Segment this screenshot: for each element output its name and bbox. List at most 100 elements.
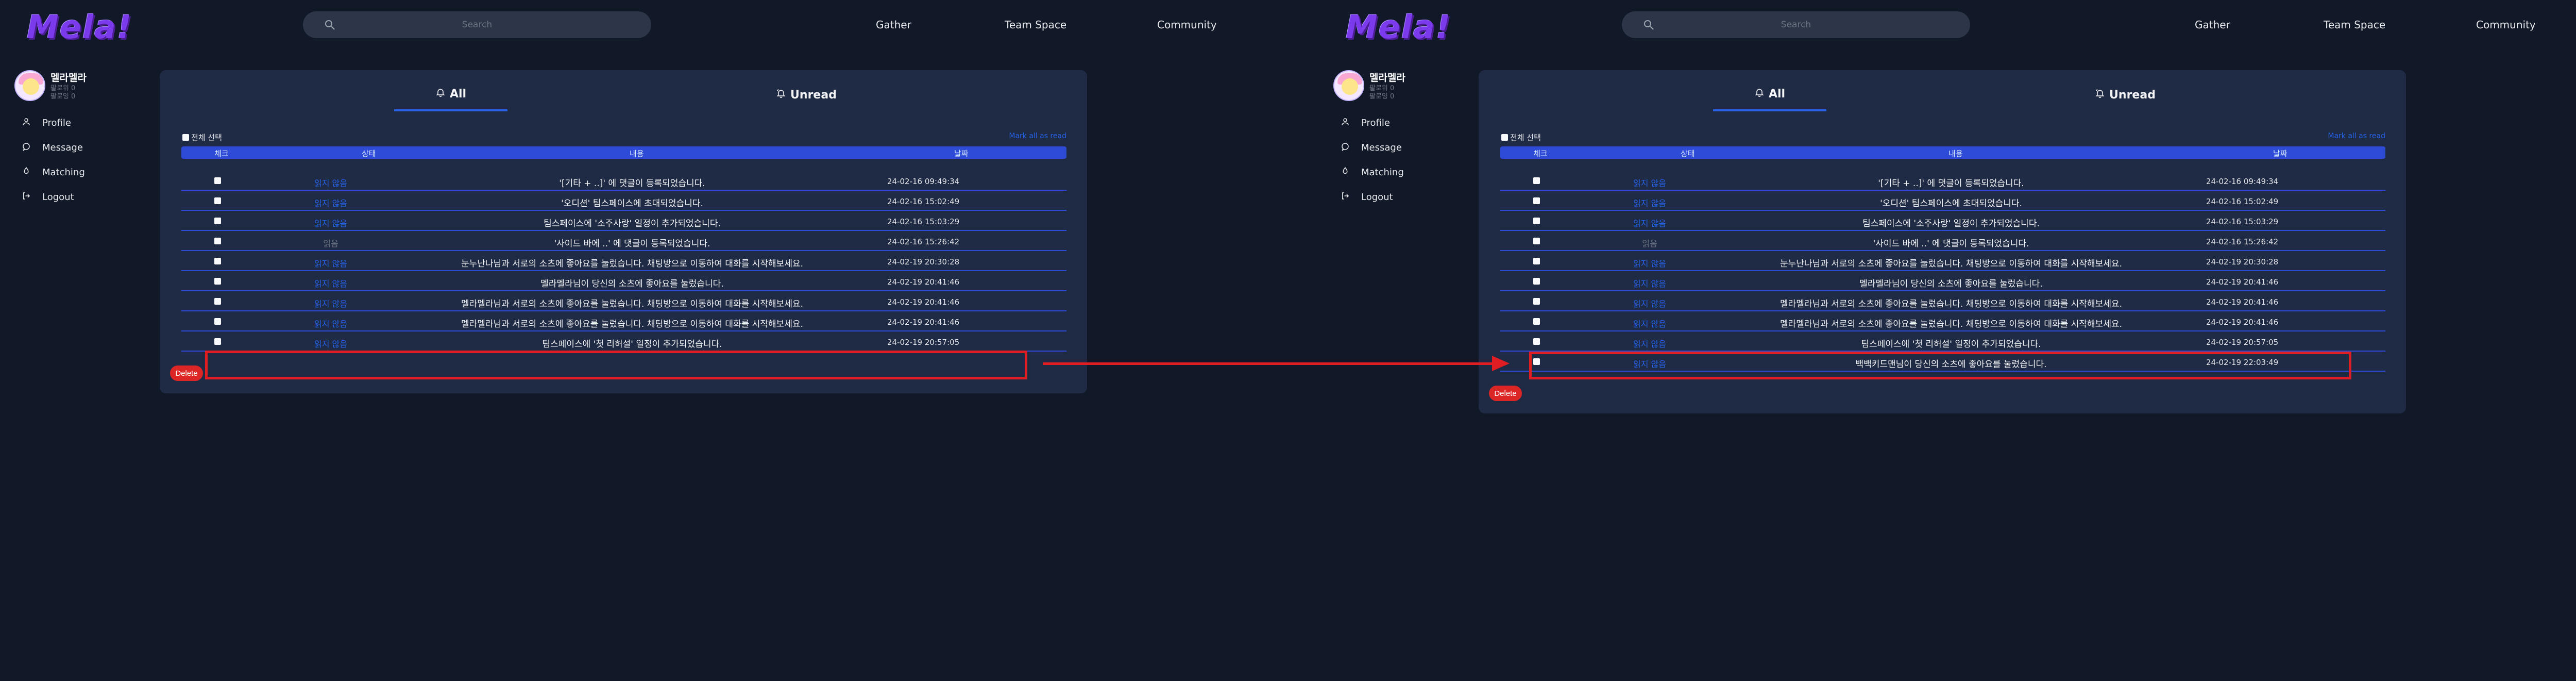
row-checkbox[interactable] (1533, 258, 1540, 264)
sidebar-item-profile[interactable]: Profile (1341, 115, 1390, 130)
sidebar-item-message[interactable]: Message (22, 140, 83, 155)
nav-team-space[interactable]: Team Space (2324, 19, 2385, 31)
row-checkbox[interactable] (214, 177, 221, 184)
table-row[interactable]: 읽음 '사이드 바에 ..' 에 댓글이 등록되었습니다. 24-02-16 15:… (181, 231, 1066, 251)
matching-icon (1341, 167, 1350, 178)
row-date: 24-02-16 15:26:42 (887, 237, 960, 246)
search-placeholder: Search (462, 20, 493, 30)
avatar[interactable] (1333, 70, 1364, 101)
bell-icon (1754, 87, 1765, 101)
row-content[interactable]: 멜라멜라님과 서로의 소츠에 좋아요를 눌렀습니다. 채팅방으로 이동하여 대화… (1722, 296, 2180, 309)
sidebar-item-message[interactable]: Message (1341, 140, 1402, 155)
row-content[interactable]: '사이드 바에 ..' 에 댓글이 등록되었습니다. (403, 236, 861, 249)
row-content[interactable]: '[기타 + ..]' 에 댓글이 등록되었습니다. (1722, 176, 2180, 189)
sidebar-item-matching[interactable]: Matching (22, 165, 85, 179)
table-row[interactable]: 읽지 않음 '[기타 + ..]' 에 댓글이 등록되었습니다. 24-02-16 … (181, 171, 1066, 191)
row-checkbox[interactable] (214, 338, 221, 345)
row-date: 24-02-19 20:41:46 (2206, 277, 2279, 287)
table-row[interactable]: 읽지 않음 눈누난나님과 서로의 소츠에 좋아요를 눌렀습니다. 채팅방으로 이동… (181, 252, 1066, 271)
row-status: 읽지 않음 (1633, 178, 1666, 188)
delete-button[interactable]: Delete (1489, 386, 1522, 401)
nav-gather[interactable]: Gather (876, 19, 911, 31)
select-all-box[interactable] (1501, 134, 1508, 141)
row-checkbox[interactable] (1533, 318, 1540, 325)
table-row[interactable]: 읽음 '사이드 바에 ..' 에 댓글이 등록되었습니다. 24-02-16 15:… (1500, 231, 2385, 251)
row-checkbox[interactable] (1533, 338, 1540, 345)
row-content[interactable]: 팀스페이스에 '첫 리허설' 일정이 추가되었습니다. (1722, 337, 2180, 350)
table-row[interactable]: 읽지 않음 멜라멜라님이 당신의 소츠에 좋아요를 눌렀습니다. 24-02-19 … (181, 272, 1066, 291)
delete-button[interactable]: Delete (170, 366, 203, 381)
row-date: 24-02-19 20:41:46 (887, 297, 960, 307)
row-content[interactable]: 멜라멜라님이 당신의 소츠에 좋아요를 눌렀습니다. (1722, 276, 2180, 289)
select-all-box[interactable] (182, 134, 189, 141)
app-logo[interactable]: Mela! (27, 8, 132, 46)
search-input[interactable]: Search (1622, 11, 1970, 38)
app-logo[interactable]: Mela! (1346, 8, 1451, 46)
row-date: 24-02-16 09:49:34 (2206, 177, 2279, 186)
tab-all[interactable]: All (1713, 78, 1826, 111)
table-row[interactable]: 읽지 않음 팀스페이스에 '첫 리허설' 일정이 추가되었습니다. 24-02-19… (1500, 332, 2385, 352)
row-checkbox[interactable] (214, 238, 221, 244)
row-checkbox[interactable] (214, 218, 221, 224)
row-content[interactable]: 멜라멜라님과 서로의 소츠에 좋아요를 눌렀습니다. 채팅방으로 이동하여 대화… (403, 317, 861, 329)
logout-icon (1341, 191, 1350, 203)
nav-community[interactable]: Community (1157, 19, 1217, 31)
select-all-checkbox[interactable]: 전체 선택 (1501, 132, 1541, 143)
table-row[interactable]: 읽지 않음 멜라멜라님과 서로의 소츠에 좋아요를 눌렀습니다. 채팅방으로 이동… (1500, 292, 2385, 311)
row-checkbox[interactable] (1533, 278, 1540, 285)
row-status: 읽음 (1642, 239, 1657, 248)
mark-all-read-link[interactable]: Mark all as read (2328, 132, 2385, 140)
row-content[interactable]: '오디션' 팀스페이스에 초대되었습니다. (1722, 196, 2180, 209)
search-input[interactable]: Search (303, 11, 651, 38)
sidebar-item-label: Profile (42, 117, 71, 128)
table-row[interactable]: 읽지 않음 팀스페이스에 '첫 리허설' 일정이 추가되었습니다. 24-02-19… (181, 332, 1066, 352)
row-checkbox[interactable] (214, 298, 221, 305)
table-row[interactable]: 읽지 않음 '오디션' 팀스페이스에 초대되었습니다. 24-02-16 15:02… (1500, 191, 2385, 211)
tab-unread[interactable]: Unread (2069, 78, 2182, 111)
table-row[interactable]: 읽지 않음 '오디션' 팀스페이스에 초대되었습니다. 24-02-16 15:02… (181, 191, 1066, 211)
nav-gather[interactable]: Gather (2195, 19, 2230, 31)
table-row[interactable]: 읽지 않음 '[기타 + ..]' 에 댓글이 등록되었습니다. 24-02-16 … (1500, 171, 2385, 191)
row-content[interactable]: 멜라멜라님과 서로의 소츠에 좋아요를 눌렀습니다. 채팅방으로 이동하여 대화… (1722, 317, 2180, 329)
sidebar-item-logout[interactable]: Logout (1341, 190, 1393, 204)
row-checkbox[interactable] (1533, 177, 1540, 184)
sidebar-item-matching[interactable]: Matching (1341, 165, 1404, 179)
row-checkbox[interactable] (1533, 218, 1540, 224)
row-content[interactable]: 팀스페이스에 '소주사랑' 일정이 추가되었습니다. (1722, 216, 2180, 229)
tab-unread[interactable]: Unread (750, 78, 863, 111)
row-content[interactable]: 팀스페이스에 '소주사랑' 일정이 추가되었습니다. (403, 216, 861, 229)
row-checkbox[interactable] (214, 318, 221, 325)
select-all-checkbox[interactable]: 전체 선택 (182, 132, 222, 143)
row-checkbox[interactable] (1533, 197, 1540, 204)
row-content[interactable]: 팀스페이스에 '첫 리허설' 일정이 추가되었습니다. (403, 337, 861, 350)
nav-community[interactable]: Community (2476, 19, 2536, 31)
table-row[interactable]: 읽지 않음 멜라멜라님과 서로의 소츠에 좋아요를 눌렀습니다. 채팅방으로 이동… (181, 312, 1066, 331)
row-date: 24-02-19 20:57:05 (887, 338, 960, 347)
nav-team-space[interactable]: Team Space (1005, 19, 1066, 31)
table-row[interactable]: 읽지 않음 멜라멜라님과 서로의 소츠에 좋아요를 눌렀습니다. 채팅방으로 이동… (181, 292, 1066, 311)
row-content[interactable]: '사이드 바에 ..' 에 댓글이 등록되었습니다. (1722, 236, 2180, 249)
column-content: 내용 (630, 149, 644, 158)
row-checkbox[interactable] (1533, 298, 1540, 305)
row-content[interactable]: 멜라멜라님과 서로의 소츠에 좋아요를 눌렀습니다. 채팅방으로 이동하여 대화… (403, 296, 861, 309)
sidebar-item-profile[interactable]: Profile (22, 115, 71, 130)
row-content[interactable]: 눈누난나님과 서로의 소츠에 좋아요를 눌렀습니다. 채팅방으로 이동하여 대화… (1722, 256, 2180, 269)
tab-all[interactable]: All (394, 78, 507, 111)
row-checkbox[interactable] (214, 278, 221, 285)
row-content[interactable]: '오디션' 팀스페이스에 초대되었습니다. (403, 196, 861, 209)
row-checkbox[interactable] (214, 197, 221, 204)
table-row[interactable]: 읽지 않음 팀스페이스에 '소주사랑' 일정이 추가되었습니다. 24-02-16 … (1500, 211, 2385, 231)
highlight-box-after (1529, 352, 2351, 379)
row-checkbox[interactable] (1533, 238, 1540, 244)
row-content[interactable]: 눈누난나님과 서로의 소츠에 좋아요를 눌렀습니다. 채팅방으로 이동하여 대화… (403, 256, 861, 269)
row-checkbox[interactable] (214, 258, 221, 264)
row-content[interactable]: 멜라멜라님이 당신의 소츠에 좋아요를 눌렀습니다. (403, 276, 861, 289)
avatar[interactable] (14, 70, 45, 101)
table-row[interactable]: 읽지 않음 멜라멜라님과 서로의 소츠에 좋아요를 눌렀습니다. 채팅방으로 이동… (1500, 312, 2385, 331)
sidebar-item-logout[interactable]: Logout (22, 190, 74, 204)
row-content[interactable]: '[기타 + ..]' 에 댓글이 등록되었습니다. (403, 176, 861, 189)
mark-all-read-link[interactable]: Mark all as read (1009, 132, 1066, 140)
table-row[interactable]: 읽지 않음 멜라멜라님이 당신의 소츠에 좋아요를 눌렀습니다. 24-02-19 … (1500, 272, 2385, 291)
table-row[interactable]: 읽지 않음 팀스페이스에 '소주사랑' 일정이 추가되었습니다. 24-02-16 … (181, 211, 1066, 231)
table-row[interactable]: 읽지 않음 눈누난나님과 서로의 소츠에 좋아요를 눌렀습니다. 채팅방으로 이동… (1500, 252, 2385, 271)
